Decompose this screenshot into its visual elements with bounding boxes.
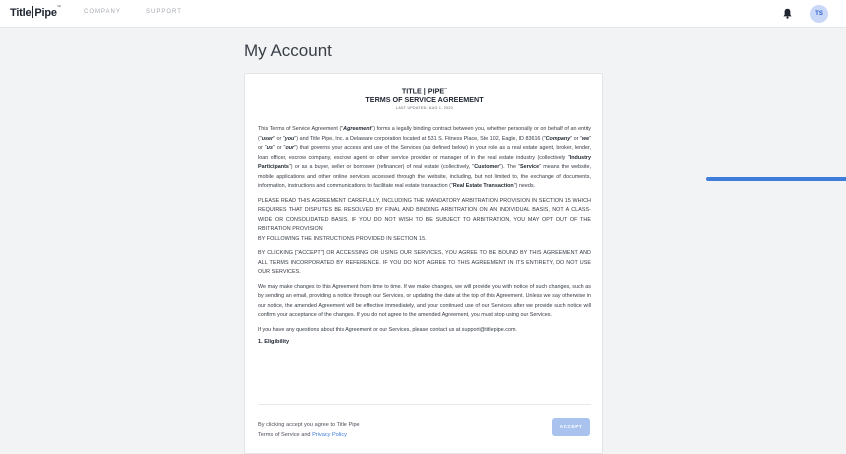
- accept-button[interactable]: ACCEPT: [552, 418, 590, 436]
- accent-progress-line: [706, 177, 846, 181]
- terms-paragraph-accept: BY CLICKING ["ACCEPT"] OR ACCESSING OR U…: [258, 250, 591, 276]
- top-navbar: Title Pipe™ COMPANY SUPPORT TS: [0, 0, 846, 28]
- logo-pipe: Pipe: [34, 7, 57, 19]
- bell-icon[interactable]: [783, 8, 792, 19]
- terms-content[interactable]: TITLE | PIPE™ TERMS OF SERVICE AGREEMENT…: [258, 85, 591, 345]
- nav-company-link[interactable]: COMPANY: [84, 9, 121, 15]
- terms-card: TITLE | PIPE™ TERMS OF SERVICE AGREEMENT…: [244, 73, 603, 454]
- terms-paragraph-changes: We may make changes to this Agreement fr…: [258, 283, 591, 319]
- accept-notice: By clicking accept you agree to Title Pi…: [258, 420, 360, 440]
- footer-divider: [258, 404, 591, 405]
- nav-support-link[interactable]: SUPPORT: [146, 9, 182, 15]
- terms-heading-title: TERMS OF SERVICE AGREEMENT: [365, 95, 484, 105]
- terms-paragraph-arbitration: PLEASE READ THIS AGREEMENT CAREFULLY, IN…: [258, 197, 591, 242]
- terms-paragraph-intro: This Terms of Service Agreement ("Agreem…: [258, 126, 591, 190]
- accept-notice-line1: By clicking accept you agree to Title Pi…: [258, 422, 360, 428]
- accept-notice-line2: Terms of Service and: [258, 432, 313, 438]
- page-title: My Account: [244, 41, 332, 60]
- logo-title: Title: [10, 7, 32, 19]
- terms-heading-brand: TITLE | PIPE: [401, 86, 445, 96]
- terms-paragraph-contact: If you have any questions about this Agr…: [258, 326, 517, 333]
- terms-heading: TITLE | PIPE™ TERMS OF SERVICE AGREEMENT: [258, 85, 591, 104]
- privacy-policy-link[interactable]: Privacy Policy: [312, 432, 347, 438]
- user-avatar[interactable]: TS: [810, 5, 828, 23]
- logo-trademark: ™: [56, 4, 61, 9]
- terms-last-updated: LAST UPDATED: AUG 1, 2020: [396, 106, 453, 111]
- terms-heading-mark: ™: [444, 87, 448, 91]
- terms-section-eligibility: 1. Eligibility: [258, 339, 290, 346]
- logo[interactable]: Title Pipe™: [10, 4, 61, 19]
